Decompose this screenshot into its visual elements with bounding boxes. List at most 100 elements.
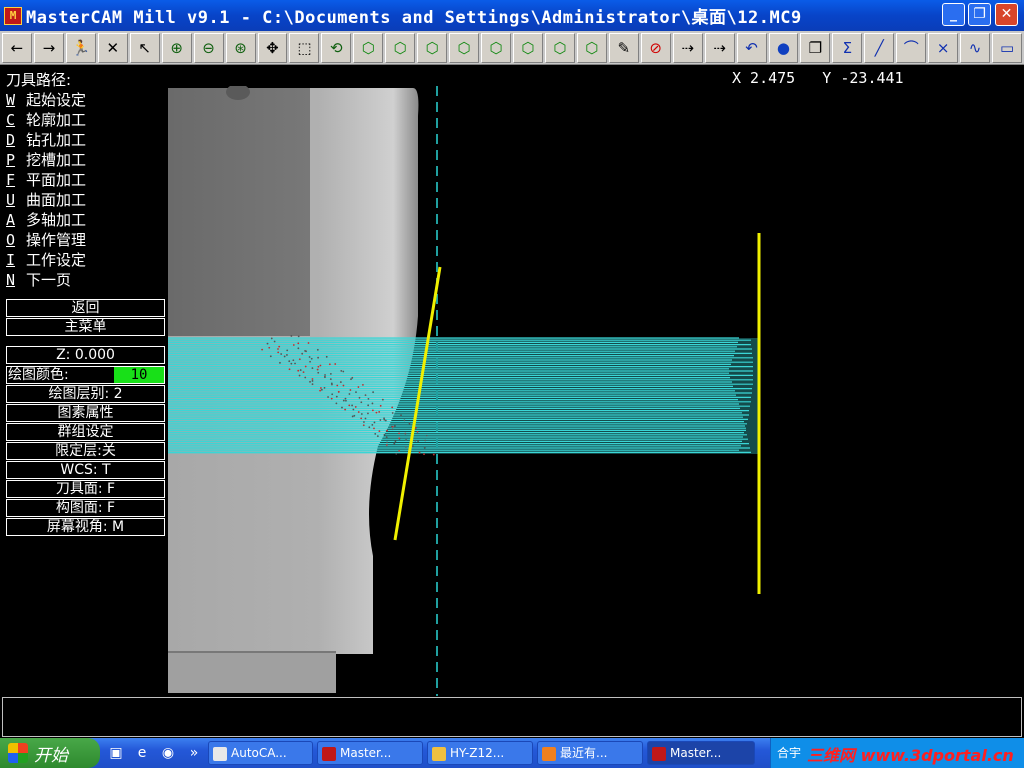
menu-item-c[interactable]: C 轮廓加工 (6, 109, 86, 130)
menu-label: 钻孔加工 (26, 131, 87, 149)
system-tray: 合宇 三维网 www.3dportal.cn (770, 738, 1024, 768)
menu-label: 多轴加工 (26, 211, 87, 229)
taskbar-task-1[interactable]: AutoCA... (208, 741, 313, 765)
gview-button[interactable]: 屏幕视角: M (6, 518, 165, 536)
cplane-button[interactable]: 构图面: F (6, 499, 165, 517)
menu-label: 下一页 (26, 271, 72, 289)
menu-hotkey: C (6, 111, 16, 129)
tplane-button[interactable]: 刀具面: F (6, 480, 165, 498)
main-menu-button[interactable]: 主菜单 (6, 318, 165, 336)
eraser-icon: ✎ (617, 38, 631, 57)
cube-button[interactable]: ⬡ (385, 32, 416, 63)
cube-button[interactable]: ⬡ (544, 32, 575, 63)
ie-icon[interactable]: e (132, 743, 152, 763)
transform-button[interactable]: ⇢ (672, 32, 703, 63)
group-button[interactable]: 群组设定 (6, 423, 165, 441)
menu-item-d[interactable]: D 钻孔加工 (6, 129, 86, 150)
menu-label: 操作管理 (26, 231, 87, 249)
zoom-out-button[interactable]: ⊖ (193, 32, 224, 63)
minimize-button[interactable]: _ (942, 3, 965, 26)
menu-hotkey: I (6, 251, 16, 269)
menu-item-f[interactable]: F 平面加工 (6, 169, 86, 190)
running-man-button[interactable]: 🏃 (65, 32, 96, 63)
cube-button[interactable]: ⬡ (513, 32, 543, 63)
arc-icon: ⌒ (903, 39, 919, 57)
menu-item-o[interactable]: O 操作管理 (6, 229, 86, 250)
level-button[interactable]: 绘图层别: 2 (6, 385, 165, 403)
menu-item-u[interactable]: U 曲面加工 (6, 189, 86, 210)
prompt-area[interactable] (2, 697, 1022, 737)
zoom-8-icon: ⊛ (234, 38, 247, 57)
task-app-icon (542, 746, 556, 761)
arrow-left-button[interactable]: ← (2, 32, 32, 63)
pan-button[interactable]: ✥ (257, 32, 288, 63)
show-desktop-icon[interactable]: ▣ (106, 743, 126, 763)
sphere-button[interactable]: ● (768, 32, 799, 63)
spline-button[interactable]: ∿ (960, 32, 991, 63)
attributes-button[interactable]: 图素属性 (6, 404, 165, 422)
color-label: 绘图颜色: (8, 367, 69, 383)
arc-button[interactable]: ⌒ (896, 32, 927, 63)
taskbar-task-5[interactable]: Master... (647, 741, 755, 765)
cube-button[interactable]: ⬡ (481, 32, 511, 63)
no-button[interactable]: ⊘ (640, 32, 671, 63)
firefox-icon[interactable]: ◉ (158, 743, 178, 763)
menu-item-p[interactable]: P 挖槽加工 (6, 149, 86, 170)
rectangle-button[interactable]: ▭ (992, 32, 1022, 63)
taskbar: 开始 ▣ e ◉ » AutoCA... Master... HY-Z12... 最近… (0, 738, 1024, 768)
eraser-button[interactable]: ✎ (608, 32, 639, 63)
wcs-button[interactable]: WCS: T (6, 461, 165, 479)
menu-item-n[interactable]: N 下一页 (6, 269, 71, 290)
select-button[interactable]: ⬚ (289, 32, 320, 63)
sigma-button[interactable]: Σ (832, 32, 863, 63)
windows-flag-icon (8, 743, 28, 763)
taskbar-task-3[interactable]: HY-Z12... (427, 741, 533, 765)
menu-label: 曲面加工 (26, 191, 87, 209)
task-label: AutoCA... (231, 746, 287, 760)
zoom-in-icon: ⊕ (170, 38, 183, 57)
start-button[interactable]: 开始 (0, 738, 100, 768)
transform-button[interactable]: ⇢ (704, 32, 735, 63)
trim-button[interactable]: ⨯ (928, 32, 959, 63)
close-button[interactable]: ✕ (995, 3, 1018, 26)
taskbar-task-4[interactable]: 最近有... (537, 741, 643, 765)
z-depth-button[interactable]: Z: 0.000 (6, 346, 165, 364)
spline-icon: ∿ (968, 38, 982, 57)
select-icon: ⬚ (297, 38, 312, 57)
task-label: Master... (340, 746, 392, 760)
running-man-icon: 🏃 (71, 38, 91, 57)
copy-button[interactable]: ❐ (800, 32, 831, 63)
maximize-button[interactable]: ❐ (968, 3, 991, 26)
sphere-icon: ● (776, 38, 791, 57)
cube-button[interactable]: ⬡ (417, 32, 448, 63)
menu-item-a[interactable]: A 多轴加工 (6, 209, 86, 230)
cube-button[interactable]: ⬡ (576, 32, 607, 63)
menu-label: 工作设定 (26, 251, 87, 269)
menu-item-i[interactable]: I 工作设定 (6, 249, 86, 270)
cross-lines-icon: ✕ (106, 38, 120, 57)
undo-icon: ↶ (745, 38, 758, 57)
mask-button[interactable]: 限定层:关 (6, 442, 165, 460)
toolpath-lines (168, 337, 758, 454)
cube-button[interactable]: ⬡ (449, 32, 480, 63)
cube-icon: ⬡ (489, 38, 503, 57)
back-button[interactable]: 返回 (6, 299, 165, 317)
graphics-viewport[interactable] (168, 86, 1024, 696)
task-label: HY-Z12... (450, 746, 505, 760)
menu-hotkey: A (6, 211, 16, 229)
rotate-button[interactable]: ⟲ (321, 32, 352, 63)
undo-button[interactable]: ↶ (736, 32, 767, 63)
taskbar-task-2[interactable]: Master... (317, 741, 423, 765)
pan-icon: ✥ (266, 38, 279, 57)
title-bar: M MasterCAM Mill v9.1 - C:\Documents and… (0, 0, 1024, 31)
cube-button[interactable]: ⬡ (353, 32, 384, 63)
cross-lines-button[interactable]: ✕ (97, 32, 128, 63)
arrow-right-button[interactable]: → (33, 32, 64, 63)
quicklaunch-more-icon[interactable]: » (184, 743, 204, 763)
line-button[interactable]: ╱ (864, 32, 895, 63)
menu-hotkey: F (6, 171, 16, 189)
arrow-help-button[interactable]: ↖ (129, 32, 160, 63)
zoom-8-button[interactable]: ⊛ (225, 32, 256, 63)
menu-item-w[interactable]: W 起始设定 (6, 89, 86, 110)
zoom-in-button[interactable]: ⊕ (161, 32, 192, 63)
